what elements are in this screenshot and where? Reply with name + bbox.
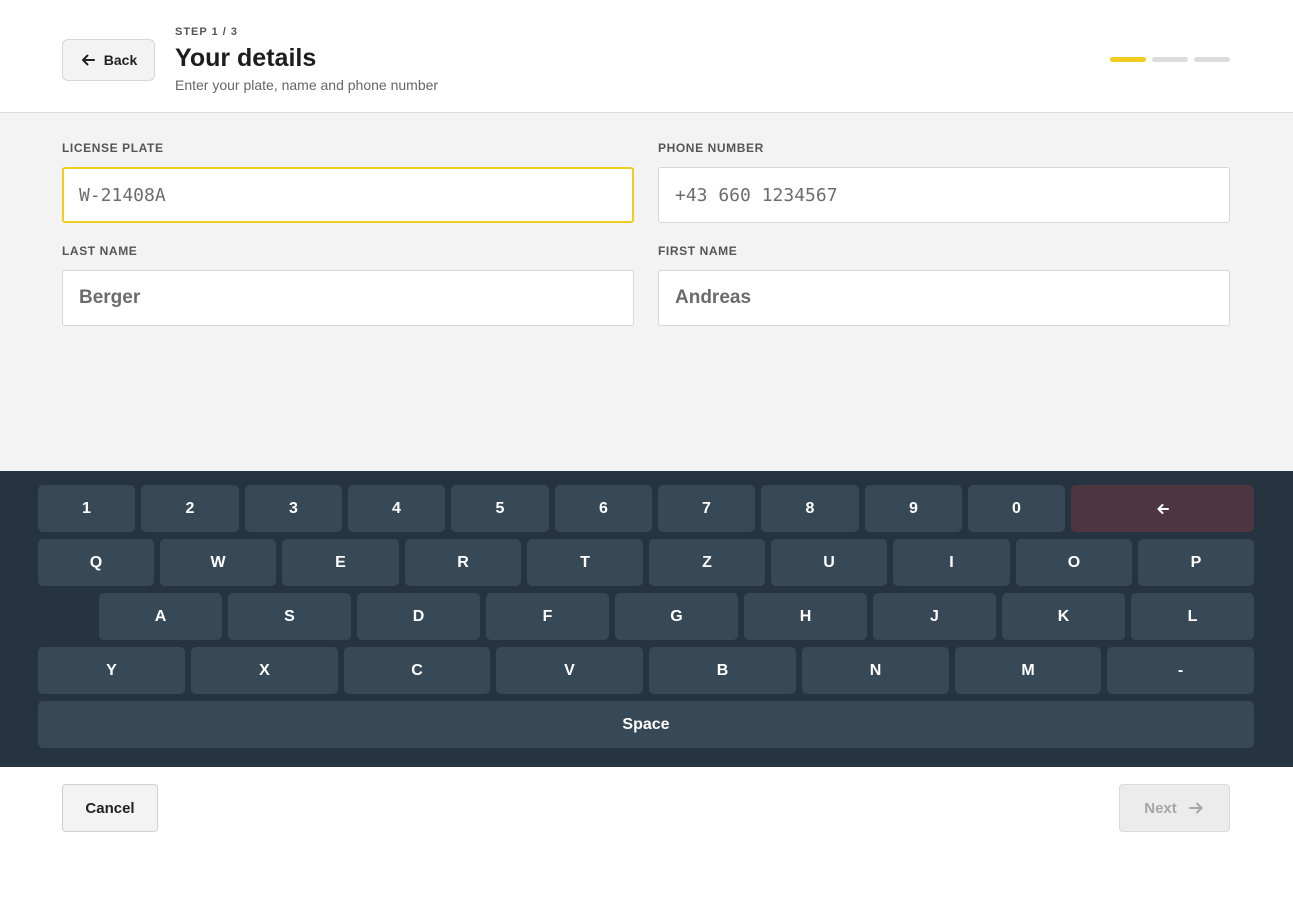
- key-k[interactable]: K: [1002, 593, 1125, 640]
- key-9[interactable]: 9: [865, 485, 962, 532]
- cancel-button[interactable]: Cancel: [62, 784, 158, 832]
- key-v[interactable]: V: [496, 647, 643, 694]
- key-c[interactable]: C: [344, 647, 490, 694]
- key-u[interactable]: U: [771, 539, 887, 586]
- key-m[interactable]: M: [955, 647, 1101, 694]
- key-0[interactable]: 0: [968, 485, 1065, 532]
- arrow-left-icon: [80, 52, 96, 68]
- license-plate-field: LICENSE PLATE W-21408A: [62, 141, 634, 223]
- key-2[interactable]: 2: [141, 485, 239, 532]
- header: Back STEP 1 / 3 Your details Enter your …: [0, 0, 1293, 113]
- back-button-label: Back: [103, 52, 138, 68]
- key-b[interactable]: B: [649, 647, 796, 694]
- page-title: Your details: [175, 44, 317, 72]
- key-e[interactable]: E: [282, 539, 399, 586]
- key-s[interactable]: S: [228, 593, 351, 640]
- key-z[interactable]: Z: [649, 539, 765, 586]
- key-j[interactable]: J: [873, 593, 996, 640]
- key-y[interactable]: Y: [38, 647, 185, 694]
- key-1[interactable]: 1: [38, 485, 135, 532]
- key-x[interactable]: X: [191, 647, 338, 694]
- arrow-right-icon: [1187, 799, 1205, 817]
- key-t[interactable]: T: [527, 539, 643, 586]
- key-i[interactable]: I: [893, 539, 1010, 586]
- on-screen-keyboard: 1 2 3 4 5 6 7 8 9 0 Q W E R T Z U I O P …: [0, 471, 1293, 767]
- phone-number-field: PHONE NUMBER +43 660 1234567: [658, 141, 1230, 223]
- key-w[interactable]: W: [160, 539, 276, 586]
- key-8[interactable]: 8: [761, 485, 859, 532]
- progress-step-3: [1194, 57, 1230, 62]
- key-dash[interactable]: -: [1107, 647, 1254, 694]
- progress-step-2: [1152, 57, 1188, 62]
- key-5[interactable]: 5: [451, 485, 549, 532]
- license-plate-input[interactable]: W-21408A: [62, 167, 634, 223]
- space-key[interactable]: Space: [38, 701, 1254, 748]
- license-plate-label: LICENSE PLATE: [62, 141, 164, 155]
- next-button[interactable]: Next: [1119, 784, 1230, 832]
- phone-number-input[interactable]: +43 660 1234567: [658, 167, 1230, 223]
- backspace-key[interactable]: [1071, 485, 1254, 532]
- page-subtitle: Enter your plate, name and phone number: [175, 77, 439, 93]
- key-l[interactable]: L: [1131, 593, 1254, 640]
- details-form: LICENSE PLATE W-21408A PHONE NUMBER +43 …: [0, 113, 1293, 471]
- first-name-label: FIRST NAME: [658, 244, 738, 258]
- next-button-label: Next: [1144, 799, 1177, 817]
- step-progress: [1110, 57, 1230, 62]
- key-q[interactable]: Q: [38, 539, 154, 586]
- first-name-field: FIRST NAME Andreas: [658, 244, 1230, 326]
- key-f[interactable]: F: [486, 593, 609, 640]
- last-name-label: LAST NAME: [62, 244, 138, 258]
- first-name-input[interactable]: Andreas: [658, 270, 1230, 326]
- progress-step-1: [1110, 57, 1146, 62]
- key-4[interactable]: 4: [348, 485, 445, 532]
- phone-number-label: PHONE NUMBER: [658, 141, 764, 155]
- key-7[interactable]: 7: [658, 485, 755, 532]
- last-name-input[interactable]: Berger: [62, 270, 634, 326]
- key-a[interactable]: A: [99, 593, 222, 640]
- key-6[interactable]: 6: [555, 485, 652, 532]
- last-name-field: LAST NAME Berger: [62, 244, 634, 326]
- key-p[interactable]: P: [1138, 539, 1254, 586]
- key-n[interactable]: N: [802, 647, 949, 694]
- key-g[interactable]: G: [615, 593, 738, 640]
- key-r[interactable]: R: [405, 539, 521, 586]
- key-o[interactable]: O: [1016, 539, 1132, 586]
- back-button[interactable]: Back: [62, 39, 155, 81]
- key-3[interactable]: 3: [245, 485, 342, 532]
- step-indicator: STEP 1 / 3: [175, 26, 238, 38]
- key-d[interactable]: D: [357, 593, 480, 640]
- key-h[interactable]: H: [744, 593, 867, 640]
- arrow-left-icon: [1155, 501, 1171, 517]
